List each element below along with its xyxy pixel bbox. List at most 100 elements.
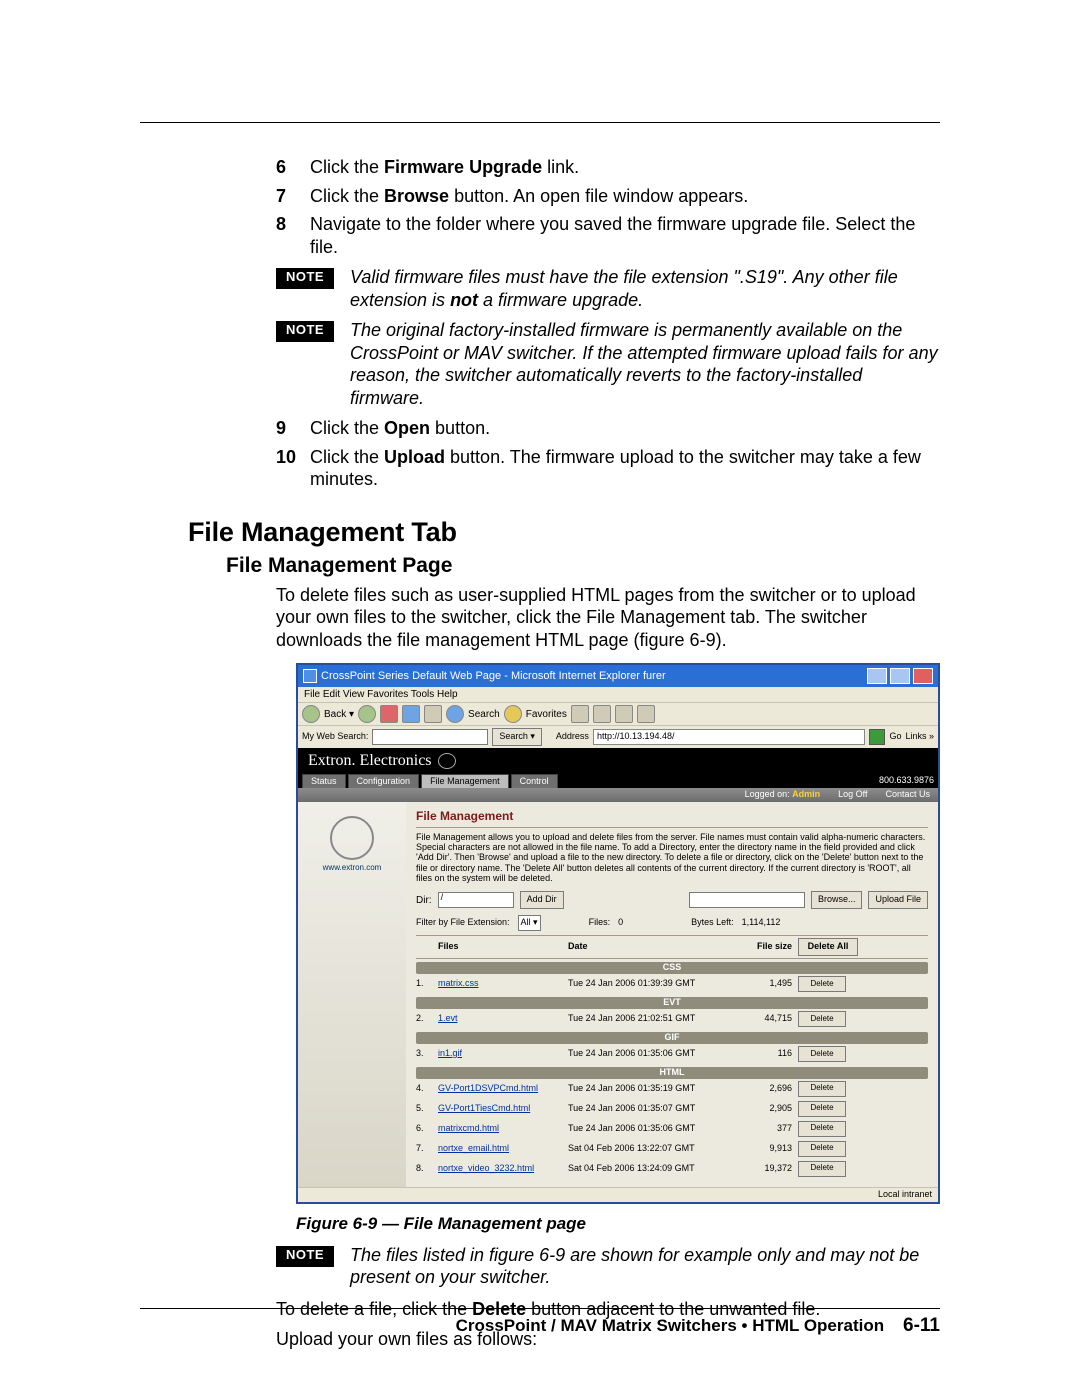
table-row: 5.GV-Port1TiesCmd.htmlTue 24 Jan 2006 01… bbox=[416, 1099, 928, 1119]
filter-row: Filter by File Extension: All ▾ Files: 0… bbox=[416, 915, 928, 931]
delete-button[interactable]: Delete bbox=[798, 1011, 846, 1027]
mws-search-button[interactable]: Search ▾ bbox=[492, 728, 542, 746]
refresh-button[interactable] bbox=[402, 705, 420, 723]
home-button[interactable] bbox=[424, 705, 442, 723]
main-panel: File Management File Management allows y… bbox=[406, 802, 938, 1186]
delete-button[interactable]: Delete bbox=[798, 1046, 846, 1062]
extron-logo-icon bbox=[330, 816, 374, 860]
status-zone: Local intranet bbox=[878, 1190, 932, 1200]
delete-button[interactable]: Delete bbox=[798, 1101, 846, 1117]
rule-bottom bbox=[140, 1308, 940, 1309]
tab-file-management[interactable]: File Management bbox=[421, 774, 509, 789]
file-size: 1,495 bbox=[728, 979, 798, 989]
stop-button[interactable] bbox=[380, 705, 398, 723]
window-title: CrossPoint Series Default Web Page - Mic… bbox=[321, 670, 666, 682]
history-button[interactable] bbox=[593, 705, 611, 723]
note-row-1: NOTE Valid firmware files must have the … bbox=[276, 266, 940, 311]
table-row: 2.1.evtTue 24 Jan 2006 21:02:51 GMT44,71… bbox=[416, 1009, 928, 1029]
row-index: 2. bbox=[416, 1014, 438, 1024]
file-date: Sat 04 Feb 2006 13:22:07 GMT bbox=[568, 1144, 728, 1154]
close-button[interactable] bbox=[913, 668, 933, 684]
step-num: 6 bbox=[276, 156, 310, 179]
delete-button[interactable]: Delete bbox=[798, 1141, 846, 1157]
window-icon bbox=[303, 669, 317, 683]
file-link[interactable]: matrix.css bbox=[438, 979, 568, 989]
log-off-link[interactable]: Log Off bbox=[838, 790, 867, 800]
maximize-button[interactable] bbox=[890, 668, 910, 684]
delete-all-button[interactable]: Delete All bbox=[798, 938, 858, 956]
screenshot-body: www.extron.com File Management File Mana… bbox=[298, 802, 938, 1186]
file-size: 44,715 bbox=[728, 1014, 798, 1024]
file-link[interactable]: nortxe_email.html bbox=[438, 1144, 568, 1154]
table-header: Files Date File size Delete All bbox=[416, 936, 928, 959]
page-content: 6 Click the Firmware Upgrade link. 7 Cli… bbox=[188, 156, 940, 1355]
filter-select[interactable]: All ▾ bbox=[518, 915, 541, 931]
dir-label: Dir: bbox=[416, 895, 432, 906]
mail-button[interactable] bbox=[615, 705, 633, 723]
back-label[interactable]: Back ▾ bbox=[324, 709, 354, 720]
sub-heading: File Management Page bbox=[226, 554, 940, 578]
browse-button[interactable]: Browse... bbox=[811, 891, 863, 909]
add-dir-button[interactable]: Add Dir bbox=[520, 891, 564, 909]
address-input[interactable]: http://10.13.194.48/ bbox=[593, 729, 866, 745]
screenshot-file-management: CrossPoint Series Default Web Page - Mic… bbox=[296, 663, 940, 1204]
file-link[interactable]: nortxe_video_3232.html bbox=[438, 1164, 568, 1174]
delete-button[interactable]: Delete bbox=[798, 976, 846, 992]
sidebar-link[interactable]: www.extron.com bbox=[323, 863, 382, 872]
file-date: Tue 24 Jan 2006 21:02:51 GMT bbox=[568, 1014, 728, 1024]
minimize-button[interactable] bbox=[867, 668, 887, 684]
step-num: 7 bbox=[276, 185, 310, 208]
window-titlebar: CrossPoint Series Default Web Page - Mic… bbox=[298, 665, 938, 687]
files-label: Files: bbox=[589, 918, 611, 928]
toolbar-favorites[interactable]: Favorites bbox=[526, 709, 567, 720]
dir-input[interactable]: / bbox=[438, 892, 514, 908]
table-row: 8.nortxe_video_3232.htmlSat 04 Feb 2006 … bbox=[416, 1159, 928, 1179]
menu-bar[interactable]: File Edit View Favorites Tools Help bbox=[298, 687, 938, 702]
print-button[interactable] bbox=[637, 705, 655, 723]
back-button[interactable] bbox=[302, 705, 320, 723]
search-icon[interactable] bbox=[446, 705, 464, 723]
upload-path-input[interactable] bbox=[689, 892, 805, 908]
delete-button[interactable]: Delete bbox=[798, 1121, 846, 1137]
file-group-header: CSS bbox=[416, 962, 928, 974]
go-label[interactable]: Go bbox=[889, 732, 901, 742]
tab-control[interactable]: Control bbox=[511, 774, 558, 789]
section-heading: File Management Tab bbox=[188, 517, 940, 548]
toolbar-search[interactable]: Search bbox=[468, 709, 500, 720]
delete-button[interactable]: Delete bbox=[798, 1081, 846, 1097]
forward-button[interactable] bbox=[358, 705, 376, 723]
step-6: 6 Click the Firmware Upgrade link. bbox=[276, 156, 940, 179]
favorites-icon[interactable] bbox=[504, 705, 522, 723]
table-row: 4.GV-Port1DSVPCmd.htmlTue 24 Jan 2006 01… bbox=[416, 1079, 928, 1099]
note-badge: NOTE bbox=[276, 321, 334, 342]
row-index: 3. bbox=[416, 1049, 438, 1059]
brand-banner: Extron. Electronics bbox=[298, 748, 938, 774]
contact-us-link[interactable]: Contact Us bbox=[885, 790, 930, 800]
filter-label: Filter by File Extension: bbox=[416, 918, 510, 928]
media-button[interactable] bbox=[571, 705, 589, 723]
upload-file-button[interactable]: Upload File bbox=[868, 891, 928, 909]
mws-input[interactable] bbox=[372, 729, 488, 745]
step-text: Click the Browse button. An open file wi… bbox=[310, 185, 940, 208]
file-size: 9,913 bbox=[728, 1144, 798, 1154]
file-link[interactable]: matrixcmd.html bbox=[438, 1124, 568, 1134]
file-link[interactable]: in1.gif bbox=[438, 1049, 568, 1059]
tab-status[interactable]: Status bbox=[302, 774, 346, 789]
step-num: 10 bbox=[276, 446, 310, 491]
file-group-header: GIF bbox=[416, 1032, 928, 1044]
step-10: 10 Click the Upload button. The firmware… bbox=[276, 446, 940, 491]
figure-caption: Figure 6-9 — File Management page bbox=[296, 1214, 940, 1234]
links-label[interactable]: Links » bbox=[905, 732, 934, 742]
file-link[interactable]: GV-Port1DSVPCmd.html bbox=[438, 1084, 568, 1094]
step-9: 9 Click the Open button. bbox=[276, 417, 940, 440]
file-date: Tue 24 Jan 2006 01:35:06 GMT bbox=[568, 1049, 728, 1059]
file-link[interactable]: GV-Port1TiesCmd.html bbox=[438, 1104, 568, 1114]
delete-button[interactable]: Delete bbox=[798, 1161, 846, 1177]
file-table: Files Date File size Delete All CSS1.mat… bbox=[416, 935, 928, 1179]
note-text: The files listed in figure 6-9 are shown… bbox=[350, 1244, 940, 1289]
tab-configuration[interactable]: Configuration bbox=[348, 774, 420, 789]
page-tabs: Status Configuration File Management Con… bbox=[298, 774, 938, 789]
file-link[interactable]: 1.evt bbox=[438, 1014, 568, 1024]
file-group-header: HTML bbox=[416, 1067, 928, 1079]
go-button[interactable] bbox=[869, 729, 885, 745]
